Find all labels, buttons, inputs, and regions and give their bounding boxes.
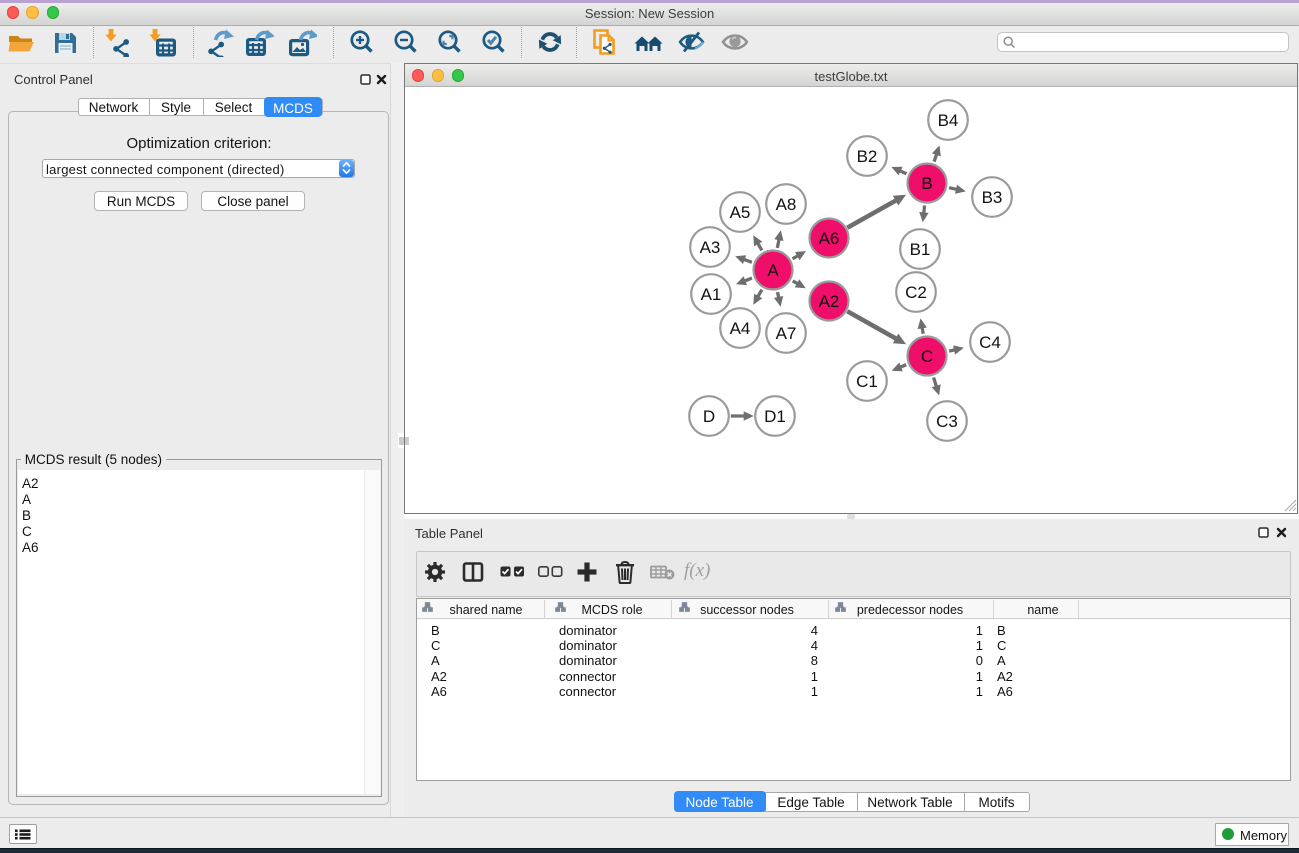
svg-text:B2: B2	[857, 147, 878, 166]
svg-text:D1: D1	[764, 407, 786, 426]
svg-text:B1: B1	[910, 240, 931, 259]
svg-text:A5: A5	[730, 203, 751, 222]
svg-text:B3: B3	[982, 188, 1003, 207]
svg-text:A2: A2	[819, 292, 840, 311]
svg-text:C: C	[921, 347, 933, 366]
svg-text:A3: A3	[700, 238, 721, 257]
svg-text:D: D	[703, 407, 715, 426]
svg-text:A6: A6	[819, 229, 840, 248]
svg-text:C2: C2	[905, 283, 927, 302]
svg-text:A: A	[767, 261, 779, 280]
svg-text:B4: B4	[938, 111, 959, 130]
svg-text:A7: A7	[776, 324, 797, 343]
svg-text:A4: A4	[730, 319, 751, 338]
svg-text:C1: C1	[856, 372, 878, 391]
svg-text:C4: C4	[979, 333, 1001, 352]
svg-text:B: B	[921, 174, 932, 193]
svg-text:A1: A1	[701, 285, 722, 304]
svg-text:C3: C3	[936, 412, 958, 431]
svg-text:A8: A8	[776, 195, 797, 214]
